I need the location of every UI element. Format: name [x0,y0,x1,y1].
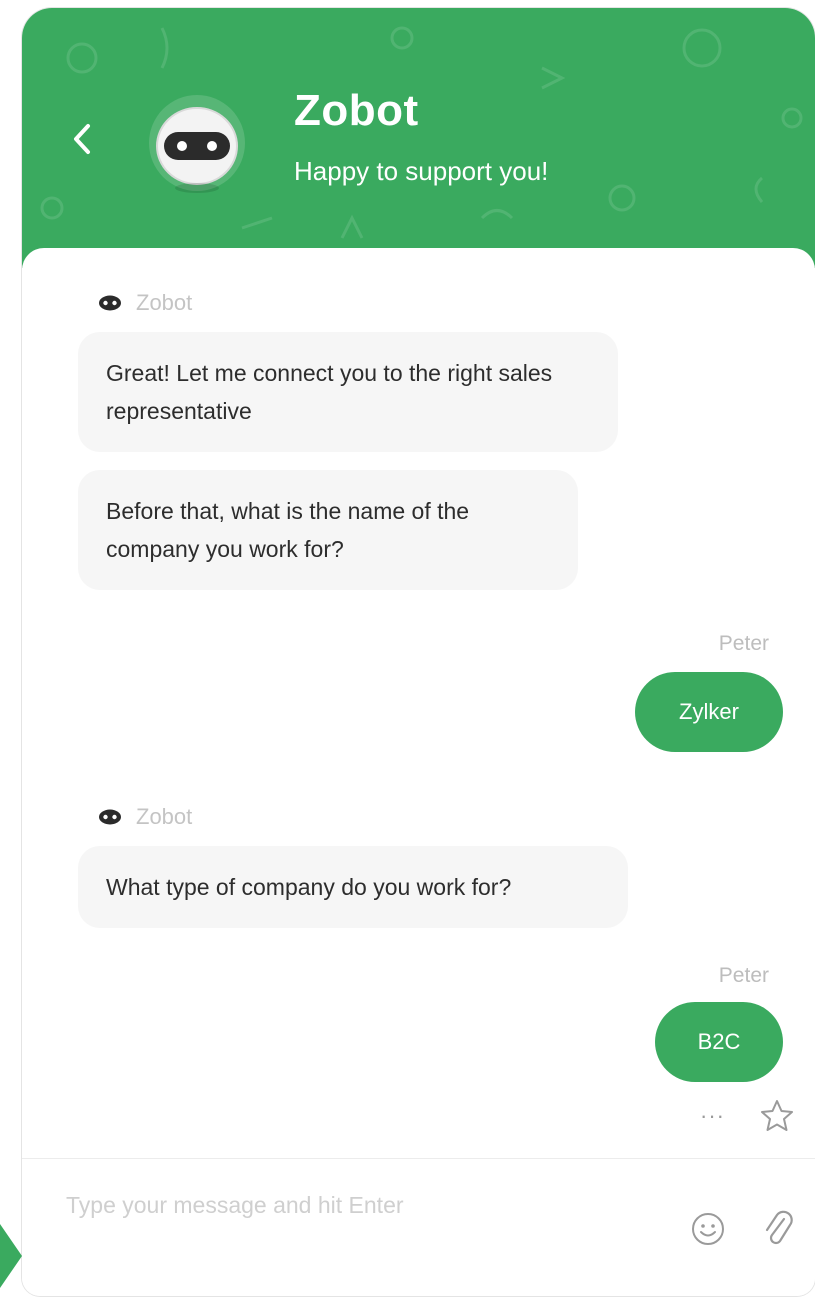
launcher-pointer [0,1224,22,1288]
sender-label: Zobot [98,290,192,316]
message-composer [22,1158,815,1296]
bot-message-text: Great! Let me connect you to the right s… [106,360,553,424]
more-horizontal-icon[interactable]: ··· [700,1103,725,1129]
smiley-icon[interactable] [690,1211,726,1247]
star-outline-icon[interactable] [759,1098,795,1134]
sender-name: Zobot [136,804,193,829]
user-message: B2C [655,1002,783,1082]
back-button[interactable] [62,114,102,164]
message-list[interactable]: Zobot Great! Let me connect you to the r… [22,248,815,1158]
chat-header: Zobot Happy to support you! [22,8,815,268]
user-name-label: Peter [718,964,769,987]
bot-mini-icon [99,809,121,825]
bot-avatar [149,95,245,193]
chevron-left-icon [74,124,90,154]
bot-message-text: Before that, what is the name of the com… [106,498,470,562]
message-input[interactable] [64,1179,668,1231]
user-message-text: Zylker [679,699,739,724]
chat-widget: Zobot Happy to support you! Zobot Great!… [22,8,815,1296]
bot-mini-icon [99,295,121,311]
header-pattern-decoration [40,26,803,239]
user-message-text: B2C [697,1029,741,1054]
paperclip-icon[interactable] [760,1209,796,1249]
bot-message-text: What type of company do you work for? [106,874,512,900]
user-message: Zylker [635,672,783,752]
message-actions: ··· [700,1098,795,1134]
bot-name: Zobot [294,86,419,135]
sender-label: Zobot [98,804,192,830]
sender-name: Zobot [136,290,193,315]
bot-tagline: Happy to support you! [294,156,549,186]
user-name-label: Peter [718,632,769,655]
bot-message: Before that, what is the name of the com… [78,470,578,590]
bot-message: Great! Let me connect you to the right s… [78,332,618,452]
bot-message: What type of company do you work for? [78,846,628,928]
